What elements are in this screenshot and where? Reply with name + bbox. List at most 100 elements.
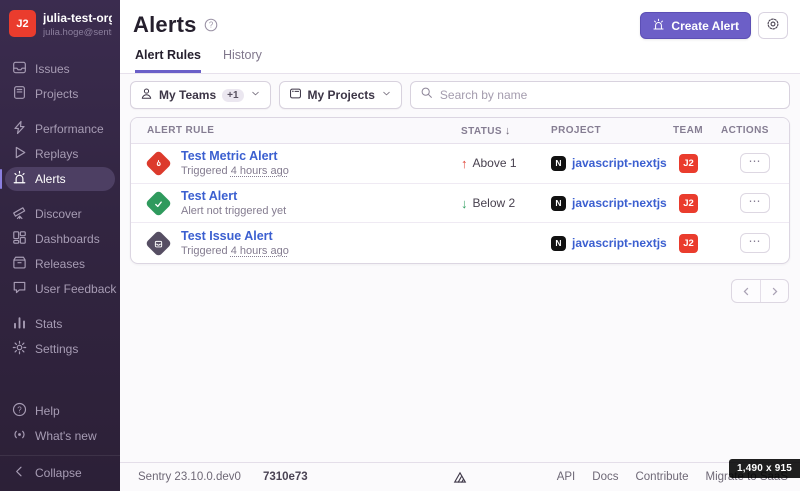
sentry-logo-icon[interactable] xyxy=(452,469,469,489)
team-avatar[interactable]: J2 xyxy=(679,194,698,213)
trigger-time-link[interactable]: 4 hours ago xyxy=(231,165,289,177)
stats-icon xyxy=(12,315,27,333)
org-switcher[interactable]: J2 julia-test-org-2 … julia.hoge@sentry.… xyxy=(0,0,120,46)
team-avatar[interactable]: J2 xyxy=(679,234,698,253)
project-link[interactable]: javascript-nextjs xyxy=(572,236,667,250)
sidebar-item-performance[interactable]: Performance xyxy=(5,117,115,141)
sidebar-item-what-s-new[interactable]: What's new xyxy=(5,424,115,448)
trigger-time-link[interactable]: 4 hours ago xyxy=(231,245,289,257)
nextjs-platform-icon: N xyxy=(551,156,566,171)
sidebar-item-alerts[interactable]: Alerts xyxy=(5,167,115,191)
sidebar-item-label: Issues xyxy=(35,62,70,76)
sidebar-item-user-feedback[interactable]: User Feedback xyxy=(5,277,115,301)
pagination-next-button[interactable] xyxy=(760,280,788,302)
check-alert-icon xyxy=(145,190,172,217)
nextjs-platform-icon: N xyxy=(551,236,566,251)
create-alert-label: Create Alert xyxy=(671,19,739,33)
project-link[interactable]: javascript-nextjs xyxy=(572,196,667,210)
build-sha[interactable]: 7310e73 xyxy=(263,471,308,483)
status-up-arrow-icon: ↑ xyxy=(461,156,468,171)
search-field[interactable] xyxy=(410,81,790,109)
sidebar-item-label: User Feedback xyxy=(35,282,116,296)
sidebar-item-label: What's new xyxy=(35,429,97,443)
tab-history[interactable]: History xyxy=(223,48,262,73)
collapse-icon xyxy=(12,464,27,482)
content-area: My Teams +1 My Projects Alert Rule Statu… xyxy=(120,74,800,303)
team-avatar[interactable]: J2 xyxy=(679,154,698,173)
row-actions-button[interactable]: ⋯ xyxy=(740,153,770,173)
col-alert-rule: Alert Rule xyxy=(131,125,461,136)
sidebar-item-releases[interactable]: Releases xyxy=(5,252,115,276)
replays-icon xyxy=(12,145,27,163)
svg-text:?: ? xyxy=(17,405,22,414)
my-projects-filter[interactable]: My Projects xyxy=(279,81,402,109)
table-header-row: Alert Rule Status↓ Project Team Actions xyxy=(131,118,789,144)
issue-alert-icon xyxy=(145,230,172,257)
project-cell: N javascript-nextjs xyxy=(551,236,673,251)
footer-link-docs[interactable]: Docs xyxy=(592,471,618,483)
issues-icon xyxy=(12,60,27,78)
page-title: Alerts xyxy=(133,12,197,38)
svg-text:?: ? xyxy=(208,21,213,30)
org-name: julia-test-org-2 … xyxy=(43,11,112,25)
sidebar: J2 julia-test-org-2 … julia.hoge@sentry.… xyxy=(0,0,120,491)
create-alert-button[interactable]: Create Alert xyxy=(640,12,751,39)
status-label: Below 2 xyxy=(473,196,516,210)
sidebar-item-dashboards[interactable]: Dashboards xyxy=(5,227,115,251)
page-header: Alerts ? Create Alert Alert Rules Histor… xyxy=(120,0,800,74)
sidebar-bottom-nav: ?Help What's new xyxy=(0,399,120,448)
search-input[interactable] xyxy=(440,88,780,102)
alert-rules-table: Alert Rule Status↓ Project Team Actions … xyxy=(130,117,790,264)
discover-icon xyxy=(12,205,27,223)
pagination-prev-button[interactable] xyxy=(732,280,760,302)
chevron-down-icon xyxy=(250,88,261,102)
my-teams-label: My Teams xyxy=(159,88,216,102)
tab-bar: Alert Rules History xyxy=(133,48,788,73)
metric-alert-icon xyxy=(145,150,172,177)
releases-icon xyxy=(12,255,27,273)
sidebar-item-label: Dashboards xyxy=(35,232,100,246)
alerts-settings-button[interactable] xyxy=(758,12,788,39)
sidebar-item-settings[interactable]: Settings xyxy=(5,337,115,361)
project-link[interactable]: javascript-nextjs xyxy=(572,156,667,170)
tab-alert-rules[interactable]: Alert Rules xyxy=(135,48,201,73)
row-actions-button[interactable]: ⋯ xyxy=(740,233,770,253)
col-status[interactable]: Status↓ xyxy=(461,125,551,137)
sidebar-item-help[interactable]: ?Help xyxy=(5,399,115,423)
alert-rule-link[interactable]: Test Alert xyxy=(181,189,286,203)
sidebar-collapse-button[interactable]: Collapse xyxy=(5,461,115,485)
sidebar-item-label: Performance xyxy=(35,122,104,136)
col-project: Project xyxy=(551,125,673,136)
sidebar-item-projects[interactable]: Projects xyxy=(5,82,115,106)
sidebar-item-label: Alerts xyxy=(35,172,66,186)
sidebar-item-replays[interactable]: Replays xyxy=(5,142,115,166)
chevron-down-icon xyxy=(381,88,392,102)
sidebar-section: Discover Dashboards Releases User Feedback xyxy=(0,202,120,301)
status-label: Above 1 xyxy=(473,156,517,170)
dashboards-icon xyxy=(12,230,27,248)
nextjs-platform-icon: N xyxy=(551,196,566,211)
sidebar-item-stats[interactable]: Stats xyxy=(5,312,115,336)
org-avatar: J2 xyxy=(9,10,36,37)
sidebar-item-discover[interactable]: Discover xyxy=(5,202,115,226)
footer-link-api[interactable]: API xyxy=(557,471,576,483)
siren-icon xyxy=(652,18,665,34)
alert-rule-link[interactable]: Test Issue Alert xyxy=(181,229,289,243)
row-actions-button[interactable]: ⋯ xyxy=(740,193,770,213)
project-cell: N javascript-nextjs xyxy=(551,156,673,171)
my-teams-filter[interactable]: My Teams +1 xyxy=(130,81,271,109)
window-size-indicator: 1,490 x 915 xyxy=(729,459,800,478)
alerts-icon xyxy=(12,170,27,188)
sidebar-item-issues[interactable]: Issues xyxy=(5,57,115,81)
search-icon xyxy=(420,86,433,104)
status-cell: ↑ Above 1 xyxy=(461,156,551,171)
person-icon xyxy=(140,87,153,103)
table-body: Test Metric Alert Triggered 4 hours ago … xyxy=(131,144,789,263)
sidebar-item-label: Stats xyxy=(35,317,62,331)
sentry-version: Sentry 23.10.0.dev0 xyxy=(138,471,241,483)
help-icon: ? xyxy=(12,402,27,420)
footer-link-contribute[interactable]: Contribute xyxy=(635,471,688,483)
help-circle-icon[interactable]: ? xyxy=(204,18,218,37)
sidebar-item-label: Discover xyxy=(35,207,82,221)
alert-rule-link[interactable]: Test Metric Alert xyxy=(181,149,289,163)
